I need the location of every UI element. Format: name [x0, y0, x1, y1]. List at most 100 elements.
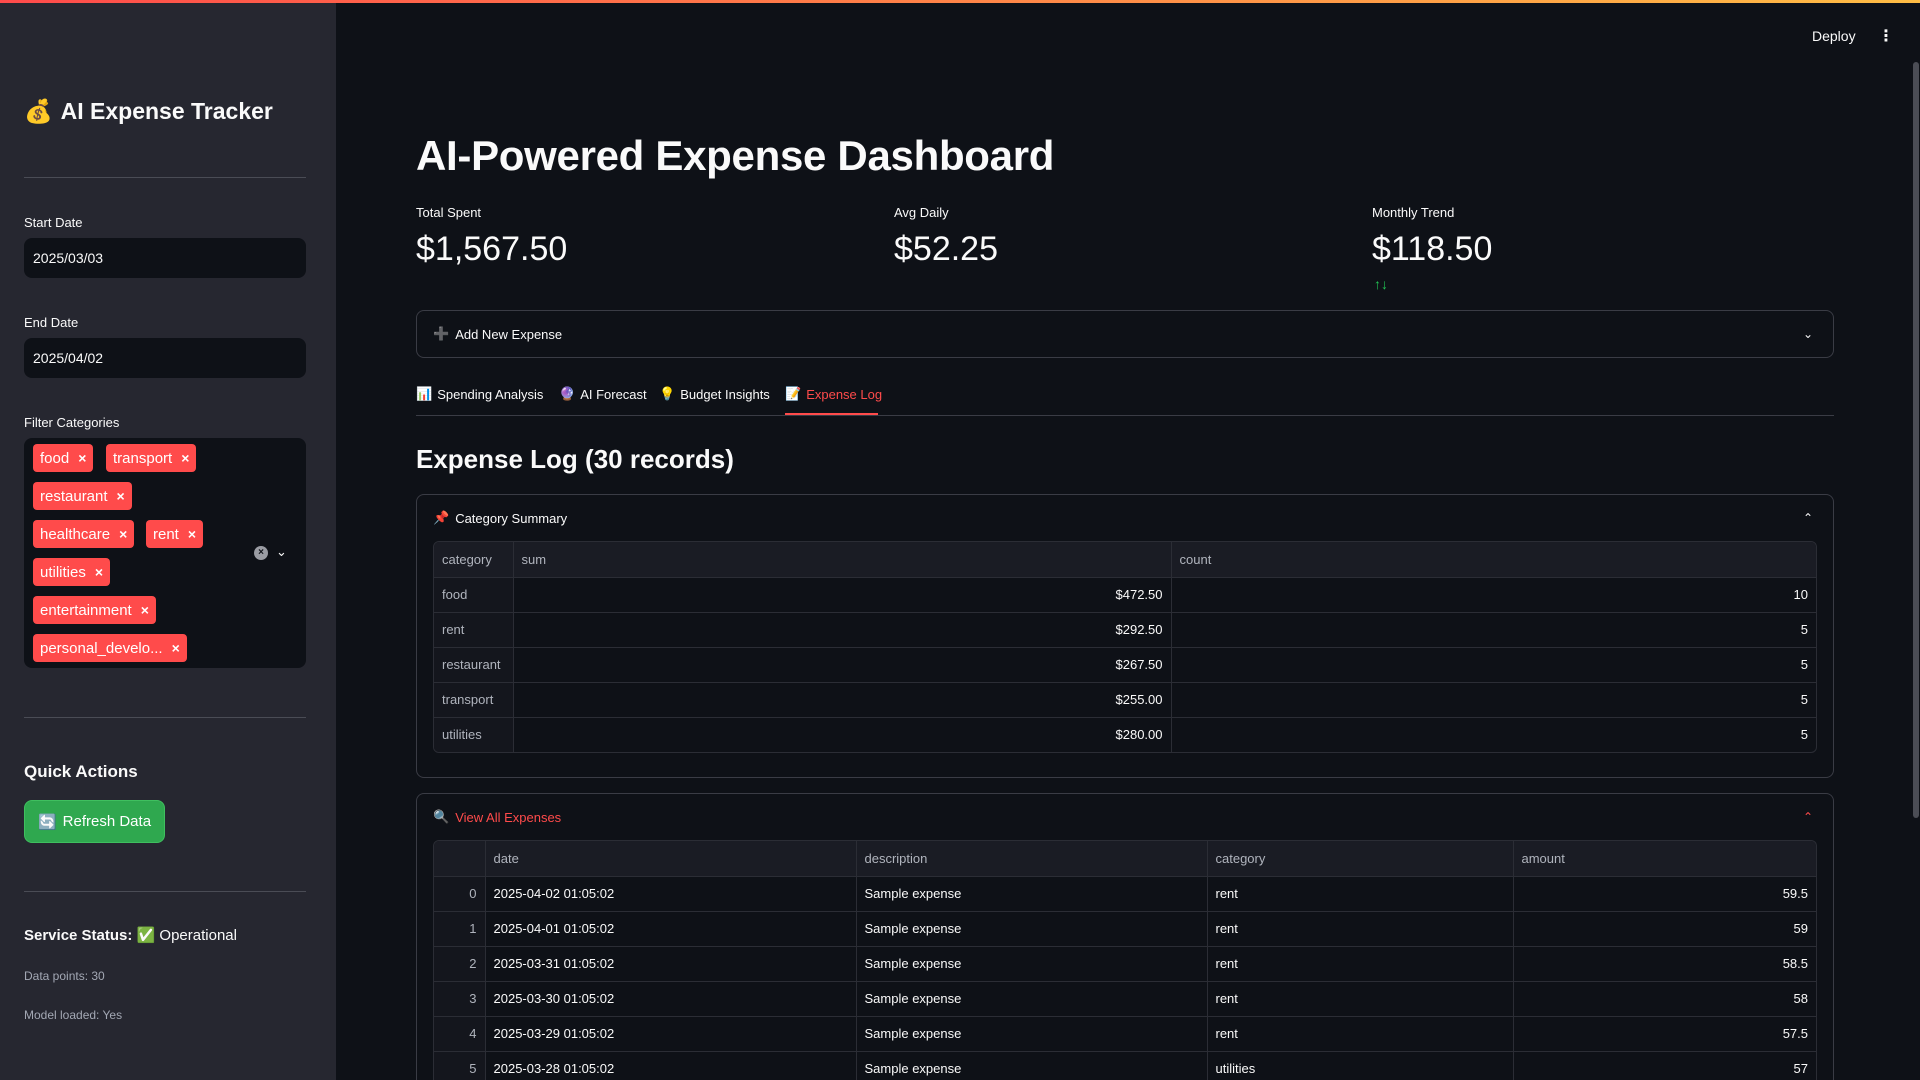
cell[interactable]: 5: [1171, 717, 1816, 752]
column-header[interactable]: count: [1171, 542, 1816, 578]
cell[interactable]: 58: [1513, 981, 1816, 1017]
table-row[interactable]: 2 2025-03-31 01:05:02 Sample expense ren…: [434, 946, 1816, 982]
expander-header[interactable]: 📌 Category Summary ⌃: [417, 495, 1833, 541]
cell[interactable]: rent: [1207, 946, 1514, 982]
main-menu-icon[interactable]: ⋮: [1878, 26, 1894, 46]
tab-expense-log[interactable]: 📝 Expense Log: [785, 386, 882, 402]
cell[interactable]: transport: [434, 682, 514, 718]
column-header[interactable]: amount: [1513, 841, 1816, 877]
row-index: 2: [434, 946, 486, 982]
cell[interactable]: restaurant: [434, 647, 514, 683]
table-row[interactable]: transport $255.00 5: [434, 682, 1816, 718]
column-header[interactable]: [434, 841, 486, 877]
cell[interactable]: Sample expense: [856, 981, 1208, 1017]
cell[interactable]: 10: [1171, 577, 1816, 613]
cell[interactable]: utilities: [434, 717, 514, 752]
add-new-expense-label: Add New Expense: [455, 326, 563, 342]
cell[interactable]: 2025-03-29 01:05:02: [485, 1016, 857, 1052]
cell[interactable]: 57: [1513, 1051, 1816, 1080]
remove-tag-icon[interactable]: ×: [188, 526, 196, 542]
cell[interactable]: 59.5: [1513, 876, 1816, 912]
expenses-table[interactable]: date description category amount 0 2025-…: [433, 840, 1817, 1080]
cell[interactable]: $280.00: [513, 717, 1172, 752]
remove-tag-icon[interactable]: ×: [141, 602, 149, 618]
cell[interactable]: 5: [1171, 612, 1816, 648]
cell[interactable]: Sample expense: [856, 876, 1208, 912]
cell[interactable]: Sample expense: [856, 1051, 1208, 1080]
table-row[interactable]: 5 2025-03-28 01:05:02 Sample expense uti…: [434, 1051, 1816, 1080]
table-row[interactable]: 0 2025-04-02 01:05:02 Sample expense ren…: [434, 876, 1816, 912]
category-tag-rent[interactable]: rent ×: [146, 520, 204, 548]
table-row[interactable]: 4 2025-03-29 01:05:02 Sample expense ren…: [434, 1016, 1816, 1052]
cell[interactable]: rent: [1207, 911, 1514, 947]
cell[interactable]: Sample expense: [856, 911, 1208, 947]
tag-label: transport: [113, 449, 173, 467]
app-title: 💰 AI Expense Tracker: [24, 98, 273, 125]
category-summary-table[interactable]: category sum count food $472.50 10 rent …: [433, 541, 1817, 753]
cell[interactable]: rent: [1207, 1016, 1514, 1052]
category-tag-personal-development[interactable]: personal_develo... ×: [33, 634, 187, 662]
category-tag-food[interactable]: food ×: [33, 444, 94, 472]
start-date-input[interactable]: 2025/03/03: [24, 238, 306, 278]
tab-ai-forecast[interactable]: 🔮 AI Forecast: [559, 386, 647, 402]
expander-header[interactable]: ➕ Add New Expense ⌄: [417, 311, 1833, 357]
remove-tag-icon[interactable]: ×: [181, 450, 189, 466]
cell[interactable]: Sample expense: [856, 1016, 1208, 1052]
category-tag-utilities[interactable]: utilities ×: [33, 558, 111, 586]
cell[interactable]: 2025-03-30 01:05:02: [485, 981, 857, 1017]
remove-tag-icon[interactable]: ×: [95, 564, 103, 580]
cell[interactable]: $292.50: [513, 612, 1172, 648]
table-row[interactable]: food $472.50 10: [434, 577, 1816, 613]
remove-tag-icon[interactable]: ×: [119, 526, 127, 542]
tab-spending-analysis[interactable]: 📊 Spending Analysis: [416, 386, 543, 402]
cell[interactable]: $267.50: [513, 647, 1172, 683]
clear-all-icon[interactable]: ×: [254, 546, 268, 560]
cell[interactable]: 59: [1513, 911, 1816, 947]
category-tag-transport[interactable]: transport ×: [106, 444, 197, 472]
cell[interactable]: food: [434, 577, 514, 613]
cell[interactable]: rent: [1207, 876, 1514, 912]
table-row[interactable]: rent $292.50 5: [434, 612, 1816, 648]
cell[interactable]: $472.50: [513, 577, 1172, 613]
cell[interactable]: 5: [1171, 682, 1816, 718]
cell[interactable]: rent: [434, 612, 514, 648]
table-row[interactable]: utilities $280.00 5: [434, 717, 1816, 752]
column-header[interactable]: date: [485, 841, 857, 877]
cell[interactable]: 58.5: [1513, 946, 1816, 982]
cell[interactable]: $255.00: [513, 682, 1172, 718]
column-header[interactable]: description: [856, 841, 1208, 877]
cell[interactable]: 2025-04-02 01:05:02: [485, 876, 857, 912]
table-row[interactable]: 3 2025-03-30 01:05:02 Sample expense ren…: [434, 981, 1816, 1017]
table-row[interactable]: restaurant $267.50 5: [434, 647, 1816, 683]
cell[interactable]: 57.5: [1513, 1016, 1816, 1052]
refresh-data-button[interactable]: 🔄 Refresh Data: [24, 800, 165, 843]
column-header[interactable]: category: [1207, 841, 1514, 877]
expander-header[interactable]: 🔍 View All Expenses ⌃: [417, 794, 1833, 840]
cell[interactable]: 2025-03-31 01:05:02: [485, 946, 857, 982]
cell[interactable]: rent: [1207, 981, 1514, 1017]
tab-label: Spending Analysis: [437, 386, 544, 402]
cell[interactable]: 2025-04-01 01:05:02: [485, 911, 857, 947]
remove-tag-icon[interactable]: ×: [172, 640, 180, 656]
cell[interactable]: utilities: [1207, 1051, 1514, 1080]
category-tag-healthcare[interactable]: healthcare ×: [33, 520, 135, 548]
sidebar-divider: [24, 717, 306, 718]
cell[interactable]: 2025-03-28 01:05:02: [485, 1051, 857, 1080]
column-header[interactable]: category: [434, 542, 514, 578]
chevron-down-icon[interactable]: ⌄: [276, 544, 287, 560]
category-tag-entertainment[interactable]: entertainment ×: [33, 596, 156, 624]
table-row[interactable]: 1 2025-04-01 01:05:02 Sample expense ren…: [434, 911, 1816, 947]
deploy-button[interactable]: Deploy: [1812, 28, 1856, 44]
category-tag-restaurant[interactable]: restaurant ×: [33, 482, 132, 510]
scrollbar[interactable]: [1913, 62, 1919, 818]
cell[interactable]: Sample expense: [856, 946, 1208, 982]
remove-tag-icon[interactable]: ×: [117, 488, 125, 504]
remove-tag-icon[interactable]: ×: [78, 450, 86, 466]
tag-label: personal_develo...: [40, 639, 163, 657]
cell[interactable]: 5: [1171, 647, 1816, 683]
pushpin-icon: 📌: [433, 510, 450, 525]
column-header[interactable]: sum: [513, 542, 1172, 578]
end-date-input[interactable]: 2025/04/02: [24, 338, 306, 378]
add-new-expense-expander[interactable]: ➕ Add New Expense ⌄: [416, 310, 1834, 358]
tab-budget-insights[interactable]: 💡 Budget Insights: [659, 386, 770, 402]
